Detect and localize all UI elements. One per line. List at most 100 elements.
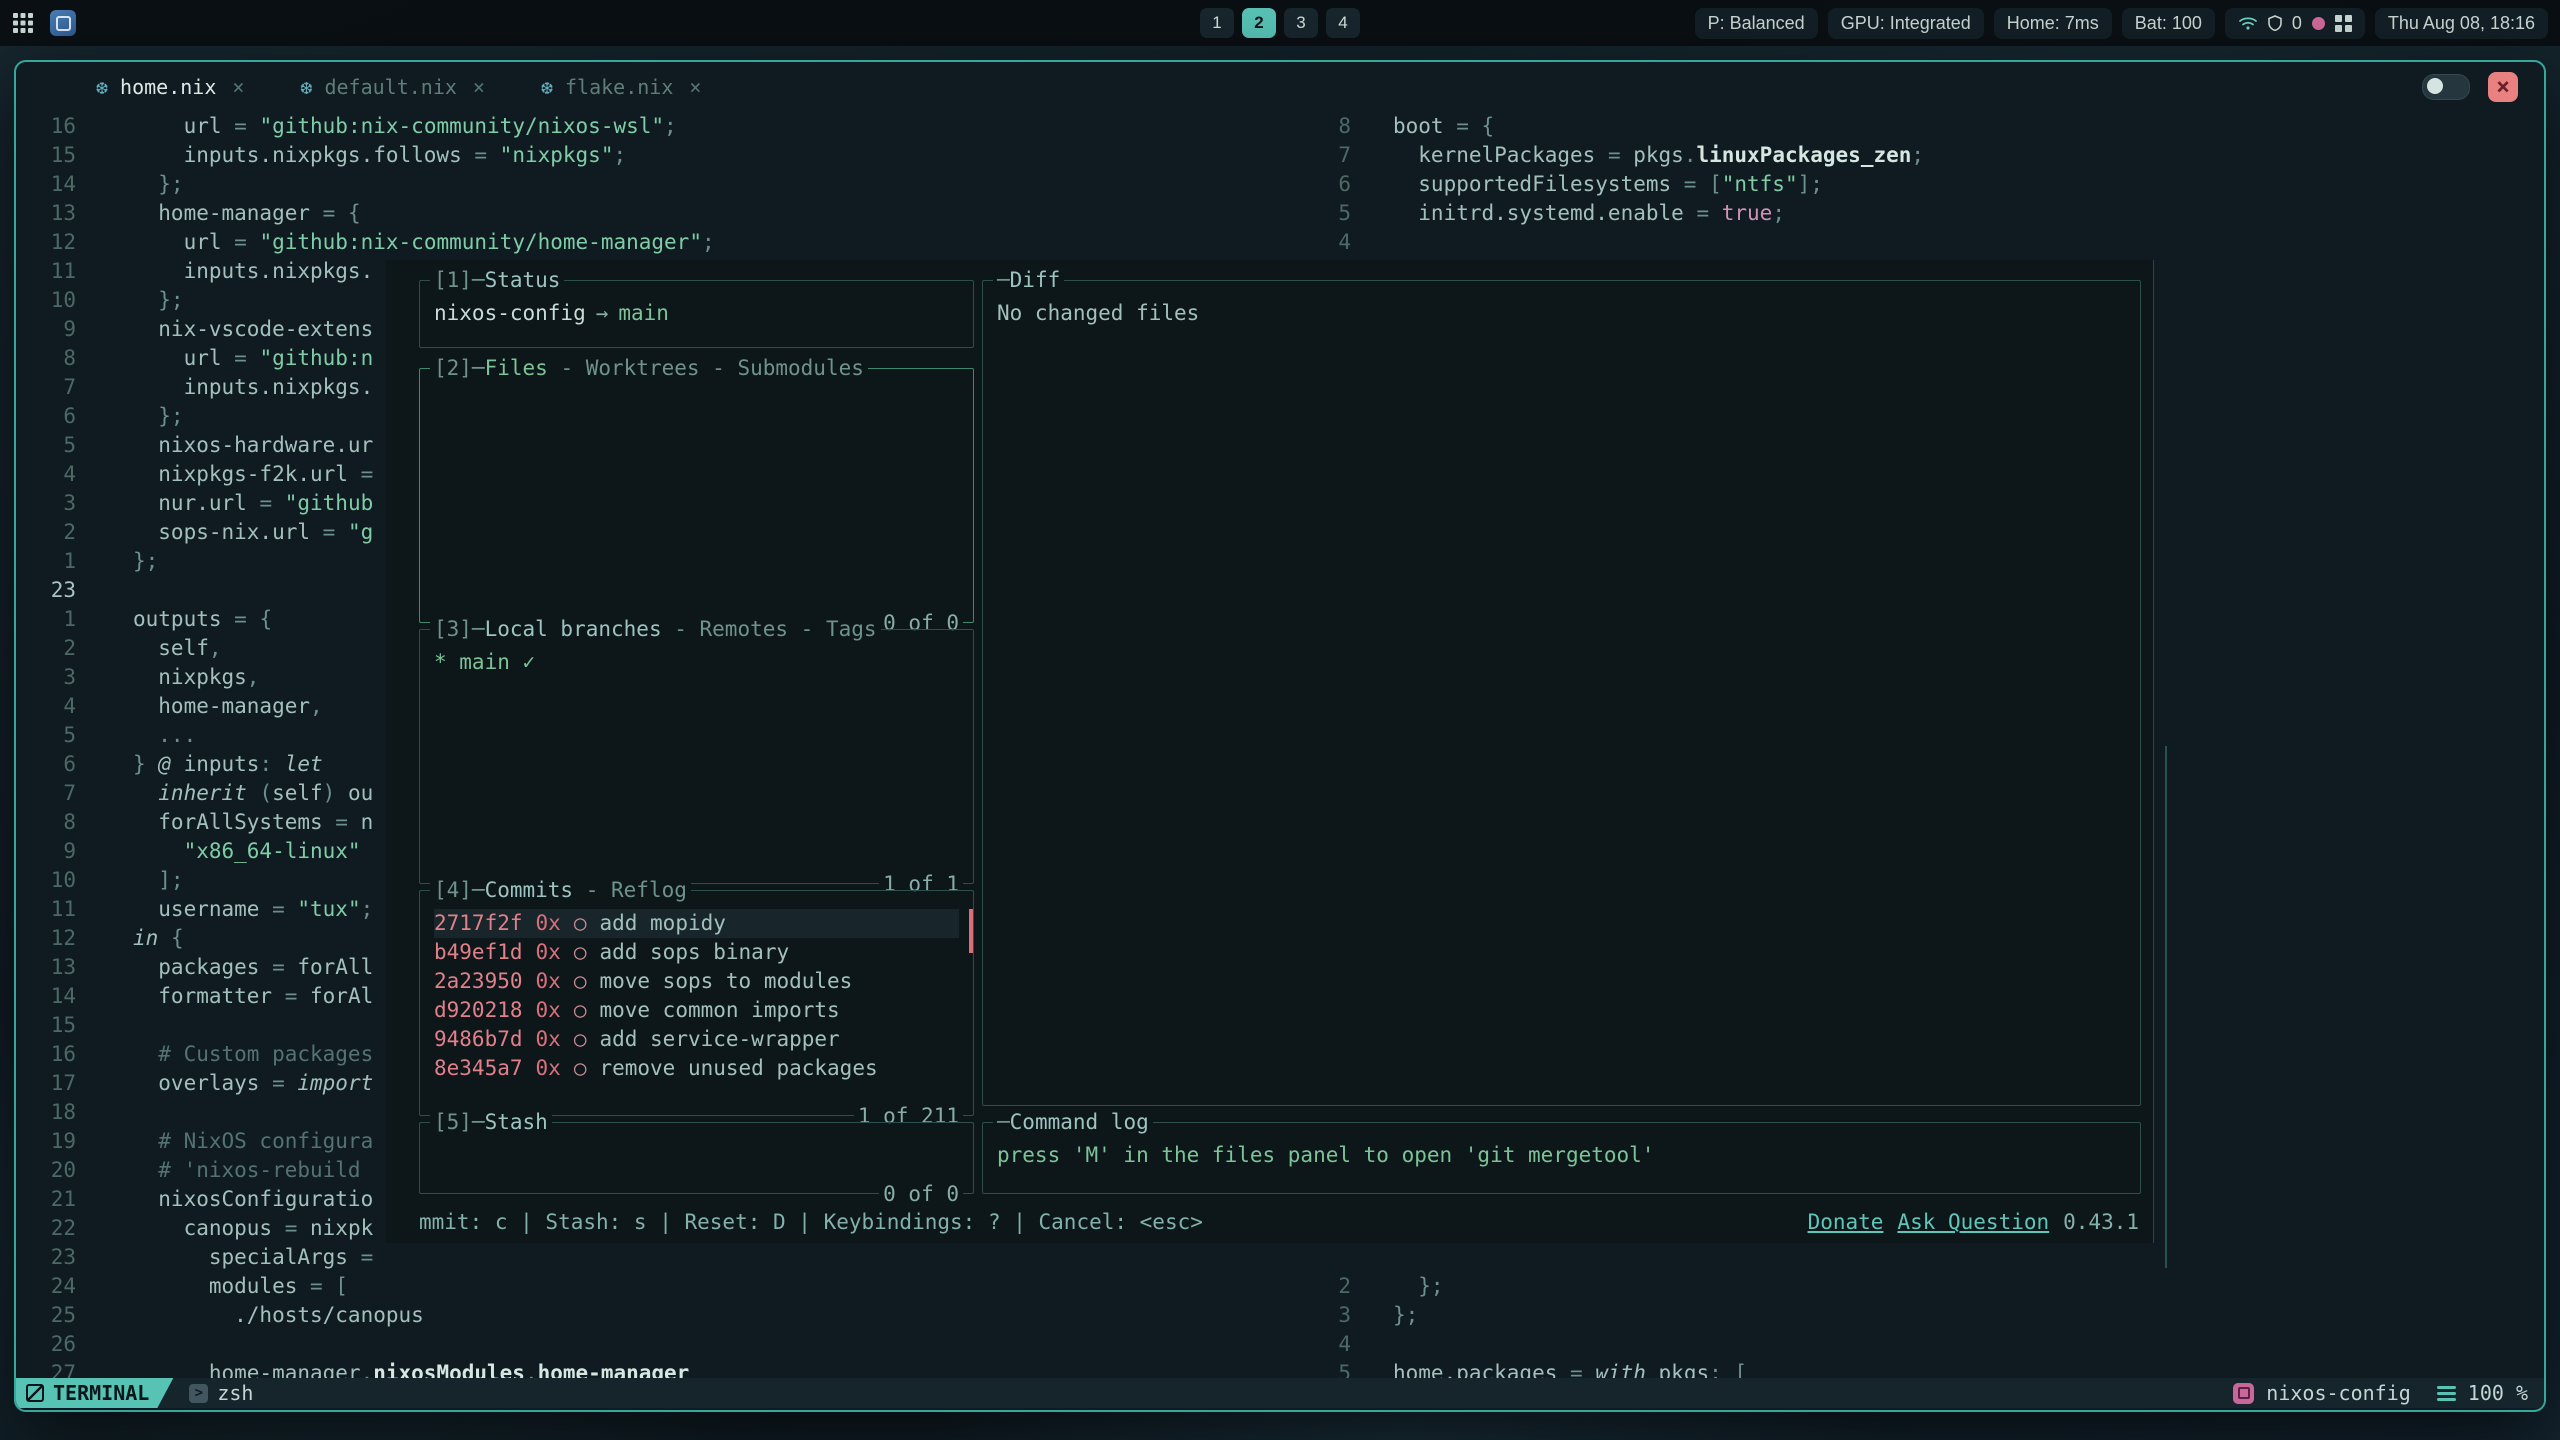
line-number: 5 bbox=[1301, 199, 1351, 228]
line-number: 5 bbox=[1301, 1359, 1351, 1378]
commit-hash: 2a23950 bbox=[434, 967, 523, 996]
editor-line: 2 }; bbox=[1301, 1272, 2544, 1301]
commit-author: 0x bbox=[536, 938, 561, 967]
editor-line: 13 home-manager = { bbox=[16, 199, 1296, 228]
statusbar-left: TERMINAL > zsh bbox=[16, 1378, 253, 1408]
window-close-button[interactable]: × bbox=[2488, 72, 2518, 102]
editor-line: 3}; bbox=[1301, 1301, 2544, 1330]
line-number: 8 bbox=[1301, 112, 1351, 141]
commit-row[interactable]: b49ef1d0x○add sops binary bbox=[434, 938, 959, 967]
workspaces: 1234 bbox=[1200, 0, 1360, 46]
commit-row[interactable]: 8e345a70x○remove unused packages bbox=[434, 1054, 959, 1083]
nix-snowflake-icon: ❆ bbox=[541, 75, 553, 99]
commit-status-icon: ○ bbox=[574, 996, 587, 1025]
shell-label: zsh bbox=[217, 1381, 253, 1405]
tab-close-icon[interactable]: × bbox=[469, 75, 485, 99]
lazygit-commits-panel[interactable]: [4]─Commits - Reflog 2717f2f0x○add mopid… bbox=[419, 890, 974, 1116]
lazygit-version: 0.43.1 bbox=[2063, 1210, 2139, 1234]
lazygit-command-log-panel[interactable]: ─Command log press 'M' in the files pane… bbox=[982, 1122, 2141, 1194]
ask-question-link[interactable]: Ask Question bbox=[1897, 1210, 2049, 1234]
editor-line: 4 bbox=[1301, 228, 2544, 257]
line-number: 3 bbox=[1301, 1301, 1351, 1330]
commit-row[interactable]: d9202180x○move common imports bbox=[434, 996, 959, 1025]
command-log-content: press 'M' in the files panel to open 'gi… bbox=[983, 1123, 2140, 1170]
wifi-icon bbox=[2238, 15, 2258, 31]
lazygit-diff-panel[interactable]: ─Diff No changed files bbox=[982, 280, 2141, 1106]
commit-status-icon: ○ bbox=[574, 938, 587, 967]
status-chip-0[interactable]: P: Balanced bbox=[1695, 8, 1818, 39]
commit-row[interactable]: 2a239500x○move sops to modules bbox=[434, 967, 959, 996]
system-tray[interactable]: 0 bbox=[2225, 8, 2365, 39]
editor-line: 25 ./hosts/canopus bbox=[16, 1301, 1296, 1330]
status-chips: P: Balanced GPU: Integrated Home: 7ms Bat: … bbox=[1695, 8, 2215, 39]
scrollbar-thumb[interactable] bbox=[969, 909, 973, 953]
branches-panel-title: [3]─Local branches - Remotes - Tags bbox=[430, 615, 881, 643]
commit-author: 0x bbox=[536, 996, 561, 1025]
tab-close-icon[interactable]: × bbox=[685, 75, 701, 99]
workspace-2[interactable]: 2 bbox=[1242, 8, 1276, 38]
tab-default.nix[interactable]: ❆default.nix× bbox=[300, 75, 485, 99]
clock[interactable]: Thu Aug 08, 18:16 bbox=[2375, 8, 2548, 39]
tab-flake.nix[interactable]: ❆ flake.nix × bbox=[541, 75, 701, 99]
status-chip-2[interactable]: Home: 7ms bbox=[1994, 8, 2112, 39]
commit-message: move sops to modules bbox=[599, 967, 852, 996]
editor-line: 7 kernelPackages = pkgs.linuxPackages_ze… bbox=[1301, 141, 2544, 170]
commit-hash: 2717f2f bbox=[434, 909, 523, 938]
files-panel-title: [2]─Files - Worktrees - Submodules bbox=[430, 354, 868, 382]
line-number: 1 bbox=[16, 547, 76, 576]
branch-item[interactable]: * main ✓ bbox=[434, 650, 535, 674]
split-divider bbox=[2165, 746, 2167, 1268]
commit-author: 0x bbox=[536, 967, 561, 996]
tab-close-icon[interactable]: × bbox=[228, 75, 244, 99]
line-number: 2 bbox=[16, 634, 76, 663]
commit-hash: 9486b7d bbox=[434, 1025, 523, 1054]
line-number: 24 bbox=[16, 1272, 76, 1301]
commit-row[interactable]: 2717f2f0x○add mopidy bbox=[434, 909, 959, 938]
workspace-3[interactable]: 3 bbox=[1284, 8, 1318, 38]
lazygit-status-panel[interactable]: [1]─Status nixos-config→main bbox=[419, 280, 974, 348]
terminal-badge[interactable]: TERMINAL bbox=[16, 1378, 173, 1408]
commit-status-icon: ○ bbox=[574, 1054, 587, 1083]
repo-icon bbox=[2233, 1383, 2254, 1404]
apps-menu-icon[interactable] bbox=[12, 12, 34, 34]
stash-count: 0 of 0 bbox=[879, 1180, 963, 1208]
toggle-button[interactable] bbox=[2422, 74, 2470, 100]
commit-author: 0x bbox=[536, 909, 561, 938]
tabbar: ❆home.nix× ❆default.nix× ❆ flake.nix × × bbox=[16, 62, 2544, 112]
lazygit-branches-panel[interactable]: [3]─Local branches - Remotes - Tags * ma… bbox=[419, 629, 974, 884]
commit-row[interactable]: 9486b7d0x○add service-wrapper bbox=[434, 1025, 959, 1054]
editor-line: 12 url = "github:nix-community/home-mana… bbox=[16, 228, 1296, 257]
commit-message: remove unused packages bbox=[599, 1054, 877, 1083]
scroll-percent: 100 % bbox=[2468, 1381, 2528, 1405]
lazygit-files-panel[interactable]: [2]─Files - Worktrees - Submodules 0 of … bbox=[419, 368, 974, 623]
line-number: 5 bbox=[16, 721, 76, 750]
workspace-1[interactable]: 1 bbox=[1200, 8, 1234, 38]
line-number: 20 bbox=[16, 1156, 76, 1185]
status-chip-1[interactable]: GPU: Integrated bbox=[1828, 8, 1984, 39]
line-number: 9 bbox=[16, 315, 76, 344]
line-number: 19 bbox=[16, 1127, 76, 1156]
line-number: 26 bbox=[16, 1330, 76, 1359]
tray-count: 0 bbox=[2292, 13, 2302, 34]
line-number: 6 bbox=[1301, 170, 1351, 199]
toggle-knob bbox=[2427, 78, 2443, 94]
line-number: 12 bbox=[16, 228, 76, 257]
diff-panel-title: ─Diff bbox=[993, 266, 1064, 294]
workspace-4[interactable]: 4 bbox=[1326, 8, 1360, 38]
lazygit-stash-panel[interactable]: [5]─Stash 0 of 0 bbox=[419, 1122, 974, 1194]
topbar-right: P: Balanced GPU: Integrated Home: 7ms Bat: … bbox=[1695, 8, 2548, 39]
status-chip-3[interactable]: Bat: 100 bbox=[2122, 8, 2215, 39]
shell-tab[interactable]: > zsh bbox=[189, 1381, 253, 1405]
line-number: 2 bbox=[1301, 1272, 1351, 1301]
lazygit-links: Donate Ask Question 0.43.1 bbox=[1808, 1208, 2139, 1237]
commit-hash: d920218 bbox=[434, 996, 523, 1025]
commit-status-icon: ○ bbox=[574, 1025, 587, 1054]
line-number: 23 bbox=[16, 1243, 76, 1272]
tab-label: flake.nix bbox=[565, 75, 673, 99]
app-icon[interactable] bbox=[50, 10, 76, 36]
donate-link[interactable]: Donate bbox=[1808, 1210, 1884, 1234]
editor-line: 15 inputs.nixpkgs.follows = "nixpkgs"; bbox=[16, 141, 1296, 170]
tab-home.nix[interactable]: ❆home.nix× bbox=[96, 75, 244, 99]
line-number: 8 bbox=[16, 344, 76, 373]
line-number: 16 bbox=[16, 112, 76, 141]
